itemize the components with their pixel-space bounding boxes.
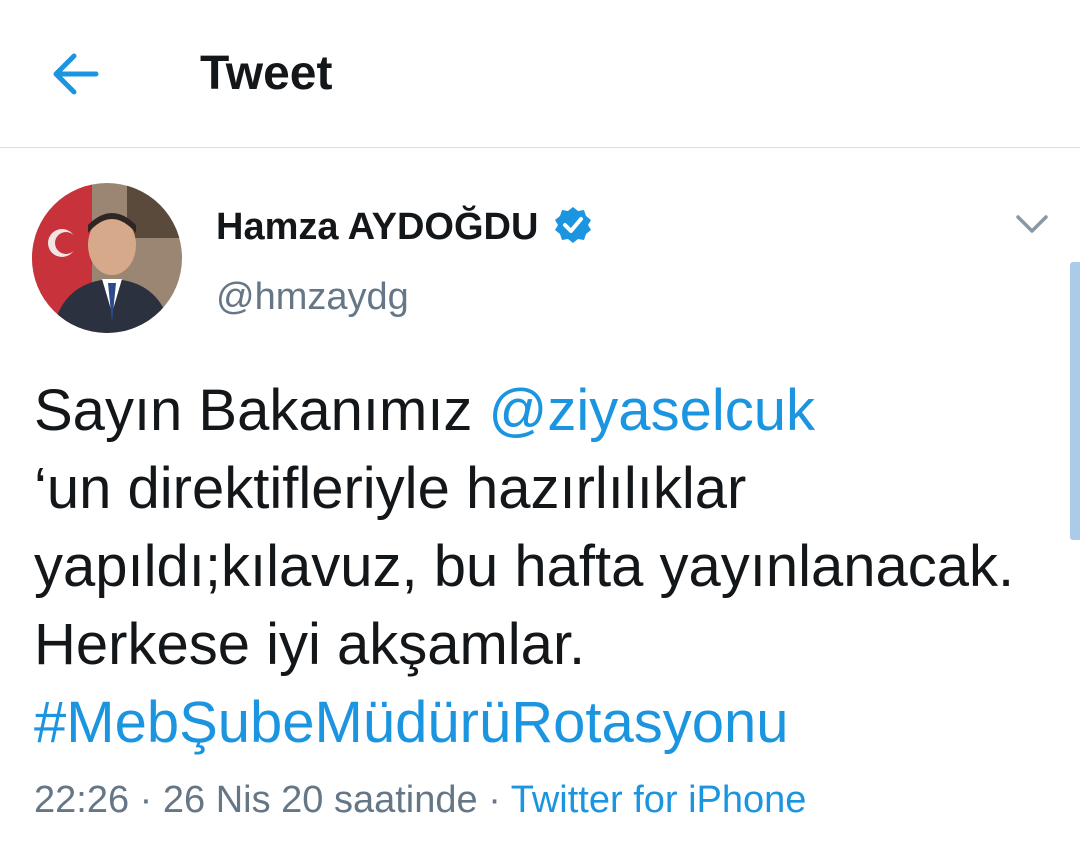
avatar-photo [32,183,182,333]
chevron-down-icon [1016,215,1048,233]
arrow-left-icon [53,53,99,95]
tweet-text-line: Herkese iyi akşamlar. [34,612,586,677]
tweet-text-line: yapıldı;kılavuz, bu hafta yayınlanacak. [34,534,1015,599]
tweet-text: Sayın Bakanımız @ziyaselcuk ‘un direktif… [34,372,1064,762]
tweet-time: 22:26 [34,779,130,821]
tweet-text-line: ‘un direktifleriyle hazırlılıklar [34,456,747,521]
meta-separator: · [129,779,163,821]
hashtag-link[interactable]: #MebŞubeMüdürüRotasyonu [34,690,788,755]
app-header: Tweet [0,0,1080,148]
avatar[interactable] [32,183,182,333]
tweet-meta: 22:26 · 26 Nis 20 saatinde · Twitter for… [34,776,806,824]
verified-badge-icon [553,205,593,245]
tweet-menu-button[interactable] [1010,205,1054,245]
tweet-source-link[interactable]: Twitter for iPhone [511,779,807,821]
meta-separator: · [477,779,511,821]
user-name[interactable]: Hamza AYDOĞDU [216,205,538,249]
scrollbar[interactable] [1070,262,1080,540]
mention-link[interactable]: @ziyaselcuk [489,378,815,443]
user-handle[interactable]: @hmzaydg [216,275,409,319]
tweet-text-intro: Sayın Bakanımız [34,378,489,443]
page-title: Tweet [200,47,333,100]
back-button[interactable] [40,38,112,110]
tweet-date: 26 Nis 20 saatinde [162,779,478,821]
